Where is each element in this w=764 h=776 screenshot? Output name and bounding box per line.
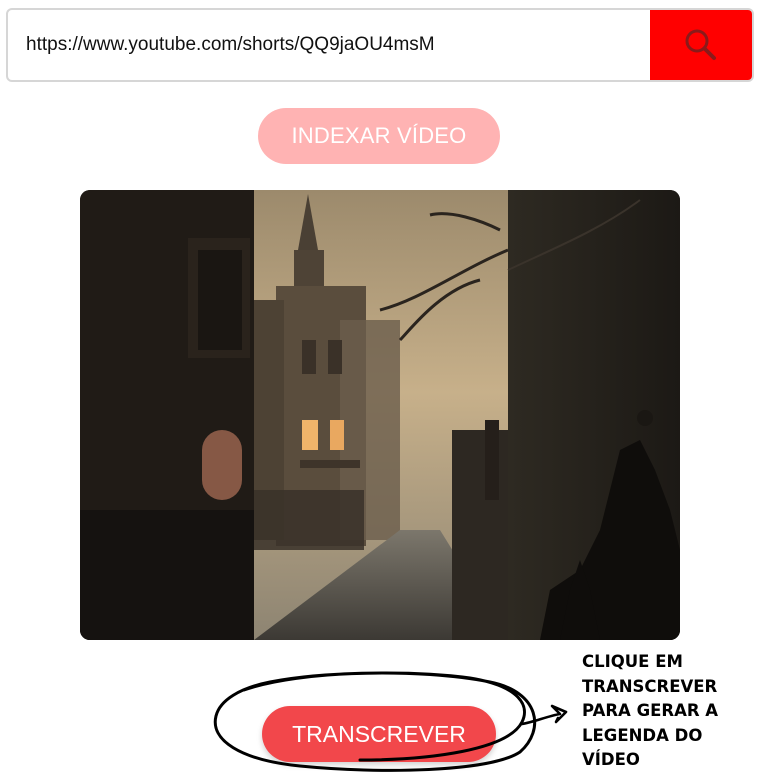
url-input[interactable] bbox=[8, 10, 652, 80]
thumbnail-image bbox=[80, 190, 680, 640]
annotation-line: VÍDEO bbox=[582, 750, 640, 769]
annotation-line: PARA GERAR A bbox=[582, 701, 719, 720]
video-thumbnail[interactable] bbox=[80, 190, 680, 640]
annotation-line: TRANSCREVER bbox=[582, 676, 718, 696]
search-icon bbox=[685, 29, 716, 60]
annotation-note: CLIQUE EM TRANSCREVER PARA GERAR A LEGEN… bbox=[582, 650, 758, 773]
page: INDEXAR VÍDEO bbox=[0, 0, 764, 776]
annotation-line: LEGENDA DO bbox=[582, 725, 703, 745]
index-video-button[interactable]: INDEXAR VÍDEO bbox=[258, 108, 500, 164]
search-button[interactable] bbox=[650, 10, 752, 80]
annotation-line: CLIQUE EM bbox=[582, 652, 683, 671]
search-bar bbox=[6, 8, 754, 82]
transcribe-button[interactable]: TRANSCREVER bbox=[262, 706, 496, 762]
